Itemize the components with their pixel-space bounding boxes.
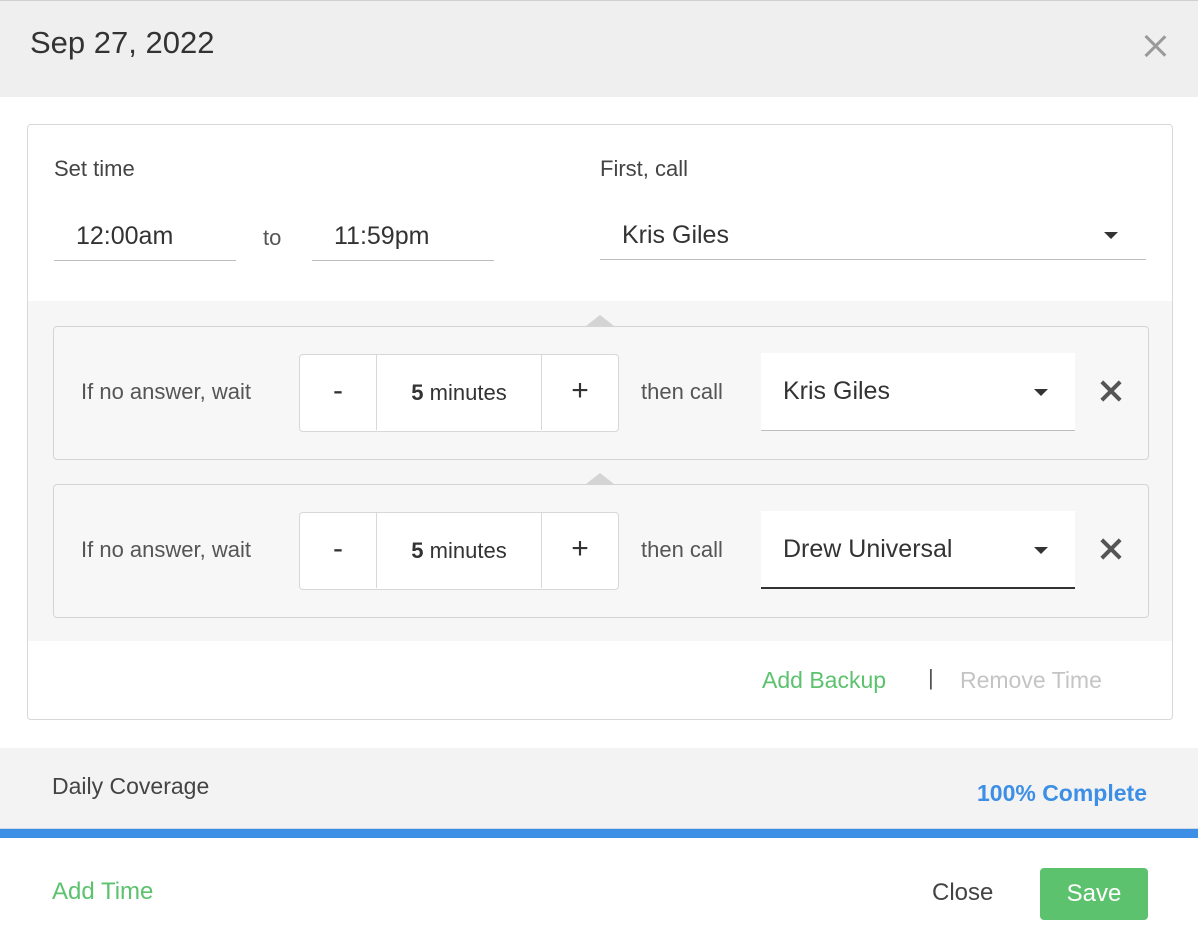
backup-area: If no answer, wait - 5 minutes + then ca… bbox=[28, 301, 1172, 641]
chevron-down-icon bbox=[1104, 232, 1118, 239]
end-time-input[interactable]: 11:59pm bbox=[312, 211, 494, 261]
add-backup-link[interactable]: Add Backup bbox=[762, 667, 886, 694]
backup-call-value: Kris Giles bbox=[783, 377, 890, 405]
wait-stepper: - 5 minutes + bbox=[299, 512, 619, 590]
wait-number: 5 bbox=[411, 380, 424, 405]
increase-button[interactable]: + bbox=[541, 513, 618, 588]
close-icon[interactable] bbox=[1140, 31, 1170, 61]
coverage-percent: 100% Complete bbox=[976, 780, 1147, 806]
first-call-label: First, call bbox=[600, 156, 688, 181]
wait-label: If no answer, wait bbox=[81, 379, 251, 404]
to-label: to bbox=[263, 225, 282, 250]
first-call-select[interactable]: Kris Giles bbox=[600, 210, 1146, 260]
chevron-down-icon bbox=[1034, 389, 1048, 396]
add-time-link[interactable]: Add Time bbox=[52, 878, 153, 906]
set-time-label: Set time bbox=[54, 156, 135, 181]
notch-arrow bbox=[586, 315, 614, 326]
coverage-label: Daily Coverage bbox=[52, 773, 210, 799]
wait-value: 5 minutes bbox=[377, 513, 541, 588]
then-call-label: then call bbox=[641, 537, 723, 562]
wait-number: 5 bbox=[411, 538, 424, 563]
chevron-down-icon bbox=[1034, 547, 1048, 554]
notch-arrow bbox=[586, 473, 614, 484]
first-call-value: Kris Giles bbox=[622, 221, 729, 249]
remove-backup-icon[interactable] bbox=[1099, 379, 1123, 403]
wait-unit: minutes bbox=[429, 538, 507, 563]
backup-row: If no answer, wait - 5 minutes + then ca… bbox=[53, 326, 1149, 460]
remove-backup-icon[interactable] bbox=[1099, 537, 1123, 561]
then-call-label: then call bbox=[641, 379, 723, 404]
modal-title: Sep 27, 2022 bbox=[30, 25, 215, 60]
wait-stepper: - 5 minutes + bbox=[299, 354, 619, 432]
start-time-input[interactable]: 12:00am bbox=[54, 211, 236, 261]
time-card: Set time First, call 12:00am to 11:59pm … bbox=[27, 124, 1173, 720]
backup-call-select[interactable]: Drew Universal bbox=[761, 511, 1075, 589]
modal-header: Sep 27, 2022 bbox=[0, 0, 1198, 97]
coverage-progress-fill bbox=[0, 829, 1198, 838]
remove-time-link[interactable]: Remove Time bbox=[960, 667, 1102, 694]
backup-row: If no answer, wait - 5 minutes + then ca… bbox=[53, 484, 1149, 618]
backup-call-value: Drew Universal bbox=[783, 535, 953, 563]
backup-call-select[interactable]: Kris Giles bbox=[761, 353, 1075, 431]
close-button[interactable]: Close bbox=[932, 879, 993, 907]
coverage-bar: Daily Coverage 100% Complete bbox=[0, 748, 1198, 828]
decrease-button[interactable]: - bbox=[300, 355, 377, 430]
decrease-button[interactable]: - bbox=[300, 513, 377, 588]
wait-unit: minutes bbox=[429, 380, 507, 405]
coverage-progress bbox=[0, 828, 1198, 838]
save-button[interactable]: Save bbox=[1040, 868, 1148, 920]
wait-label: If no answer, wait bbox=[81, 537, 251, 562]
increase-button[interactable]: + bbox=[541, 355, 618, 430]
action-separator: | bbox=[928, 665, 934, 690]
wait-value: 5 minutes bbox=[377, 355, 541, 430]
